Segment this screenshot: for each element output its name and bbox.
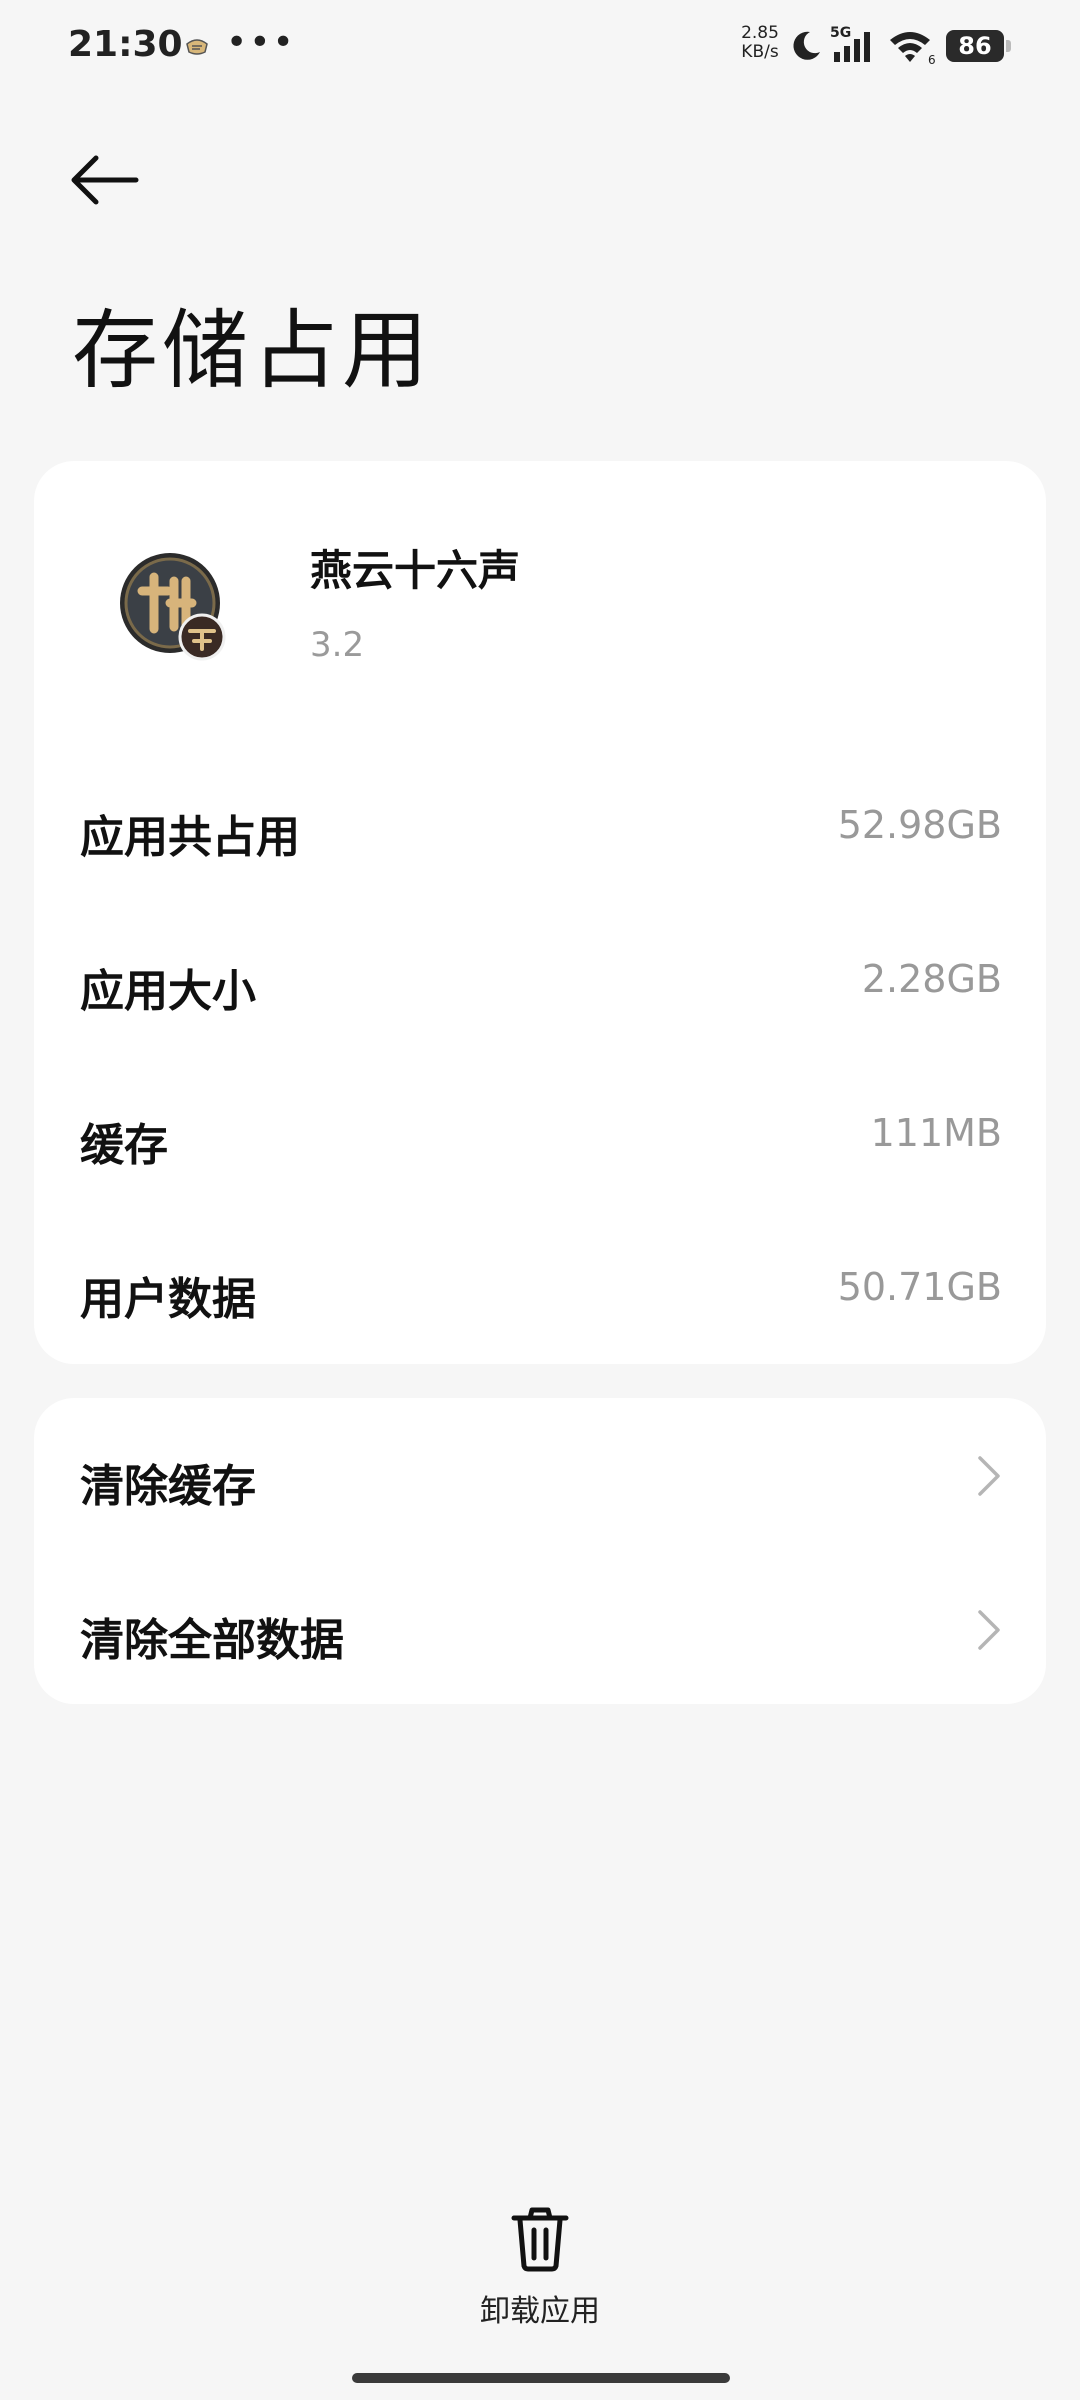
- storage-info-card: 燕云十六声 3.2 应用共占用 52.98GB 应用大小 2.28GB 缓存 1…: [34, 461, 1046, 1364]
- storage-page: 21:30 ••• 2.85 KB/s 5G 6 86 存储占用 燕云十六声 3…: [0, 0, 1080, 2400]
- status-bar: 21:30 ••• 2.85 KB/s 5G 6 86: [0, 0, 1080, 94]
- storage-row-app-size: 应用大小 2.28GB: [34, 919, 1046, 1039]
- storage-row-user-data: 用户数据 50.71GB: [34, 1227, 1046, 1347]
- storage-row-value: 2.28GB: [861, 957, 1002, 1001]
- arrow-left-icon: [71, 155, 139, 205]
- storage-row-cache: 缓存 111MB: [34, 1073, 1046, 1193]
- notification-icon: [186, 39, 208, 55]
- network-type-label: 5G: [830, 25, 851, 41]
- storage-row-value: 52.98GB: [837, 803, 1002, 847]
- wifi-badge: 6: [928, 53, 936, 66]
- home-indicator[interactable]: [352, 2373, 730, 2383]
- back-button[interactable]: [66, 148, 146, 212]
- clear-cache-label: 清除缓存: [80, 1461, 256, 1512]
- chevron-right-icon: [978, 1610, 1000, 1650]
- uninstall-app-button[interactable]: 卸载应用: [440, 2206, 640, 2329]
- battery-icon: 86: [946, 30, 1004, 62]
- network-speed-unit: KB/s: [741, 42, 779, 62]
- clear-all-data-label: 清除全部数据: [80, 1615, 344, 1666]
- storage-row-value: 50.71GB: [837, 1265, 1002, 1309]
- more-notifications-icon: •••: [226, 22, 296, 63]
- network-speed: 2.85 KB/s: [735, 24, 785, 62]
- clear-cache-button[interactable]: 清除缓存: [34, 1414, 1046, 1534]
- signal-icon: 5G: [830, 25, 870, 62]
- network-speed-value: 2.85: [741, 23, 779, 43]
- storage-actions-card: 清除缓存 清除全部数据: [34, 1398, 1046, 1704]
- storage-row-value: 111MB: [870, 1111, 1002, 1155]
- storage-row-label: 应用大小: [80, 966, 256, 1017]
- clear-all-data-button[interactable]: 清除全部数据: [34, 1568, 1046, 1688]
- uninstall-app-label: 卸载应用: [480, 2294, 600, 2329]
- battery-tip: [1006, 40, 1011, 52]
- app-version: 3.2: [310, 625, 365, 665]
- app-icon: [120, 553, 226, 661]
- storage-row-label: 应用共占用: [80, 812, 300, 863]
- page-title: 存储占用: [72, 301, 432, 401]
- storage-row-total: 应用共占用 52.98GB: [34, 765, 1046, 885]
- wifi-icon: 6: [890, 32, 936, 66]
- app-name: 燕云十六声: [310, 546, 521, 595]
- storage-row-label: 缓存: [80, 1120, 168, 1171]
- chevron-right-icon: [978, 1456, 1000, 1496]
- status-time: 21:30: [68, 24, 183, 65]
- moon-icon: [793, 31, 820, 60]
- trash-icon: [511, 2207, 569, 2272]
- storage-row-label: 用户数据: [80, 1274, 256, 1325]
